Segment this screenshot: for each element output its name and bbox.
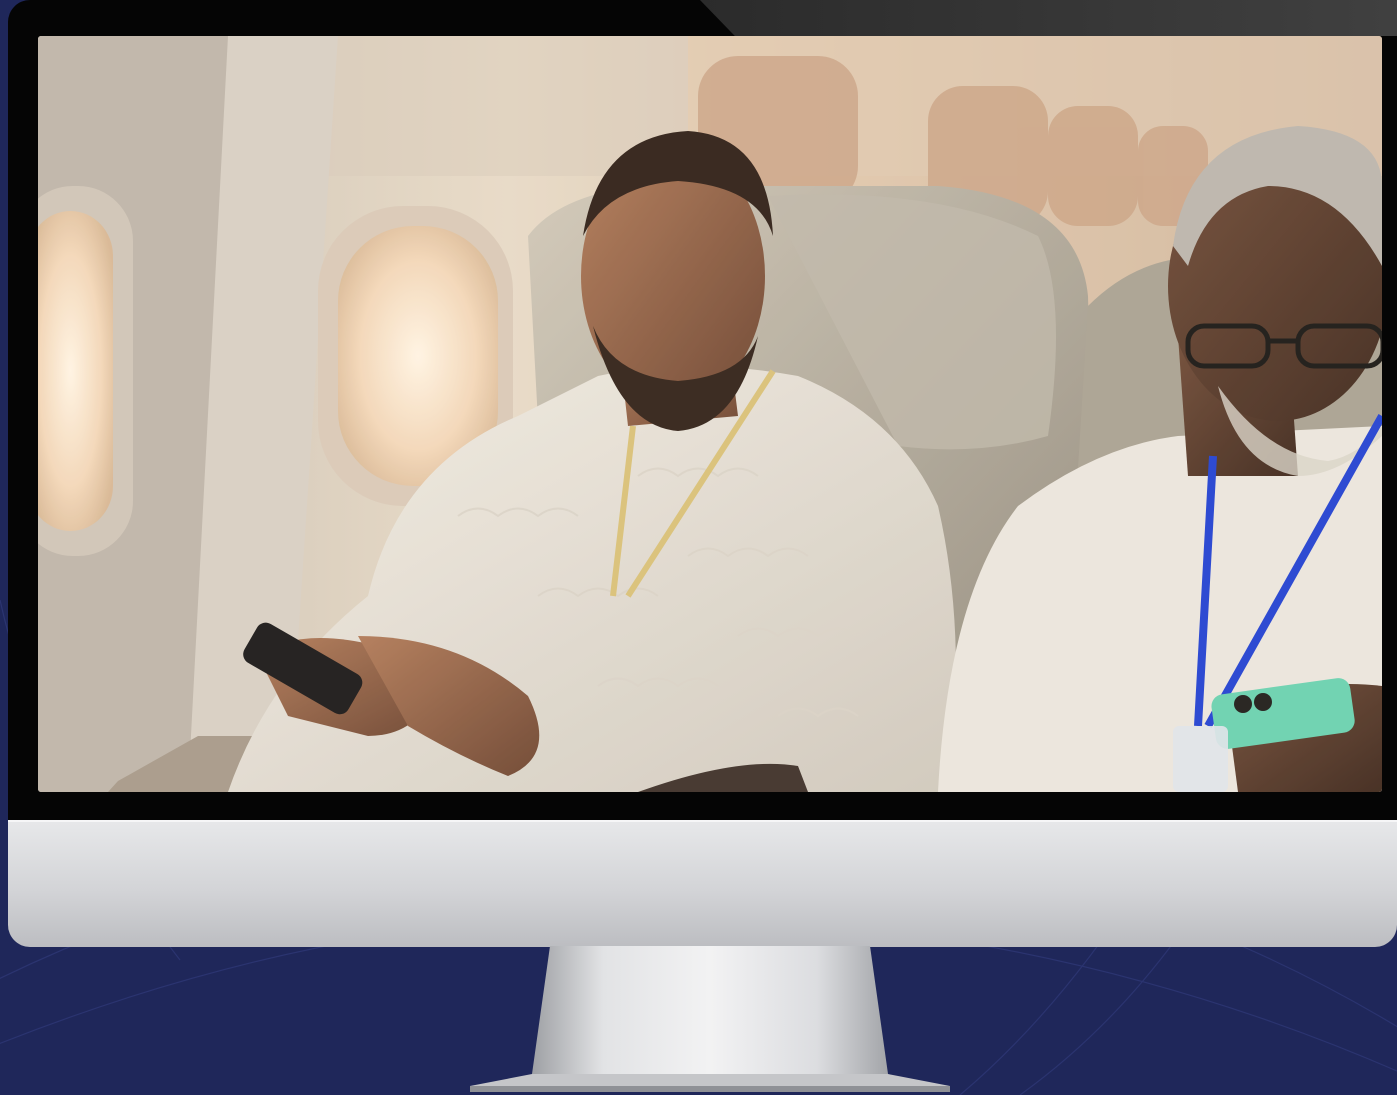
monitor-mockup (0, 0, 1397, 1095)
video-frame-image (38, 36, 1382, 792)
monitor-stand (470, 946, 950, 1092)
bezel-glare (700, 0, 1397, 36)
monitor-screen (38, 36, 1382, 792)
monitor-chin (8, 820, 1397, 947)
